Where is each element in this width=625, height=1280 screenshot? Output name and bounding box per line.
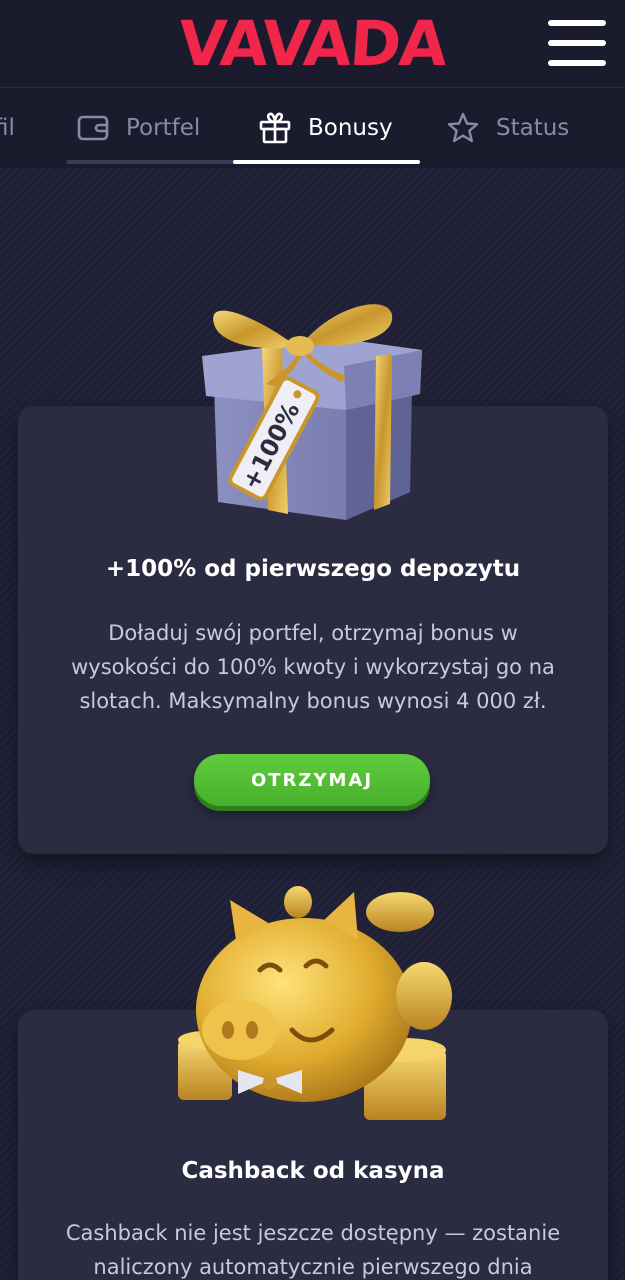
tab-status[interactable]: Status xyxy=(446,108,569,148)
card-text-line: slotach. Maksymalny bonus wynosi 4 000 z… xyxy=(79,689,547,713)
gift-icon xyxy=(259,112,291,144)
app-header: VAVADA xyxy=(0,0,625,88)
tab-label: Status xyxy=(496,115,570,141)
card-text-line: wysokości do 100% kwoty i wykorzystaj go… xyxy=(71,655,555,679)
tab-portfel[interactable]: Portfel xyxy=(76,108,200,148)
card-title: +100% od pierwszego depozytu xyxy=(105,556,521,582)
tab-label: Bonusy xyxy=(308,115,393,141)
tab-bonusy[interactable]: Bonusy xyxy=(258,108,393,148)
card-text-line: Cashback nie jest jeszcze dostępny — zos… xyxy=(65,1221,561,1245)
card-text-line: naliczony automatycznie pierwszego dnia xyxy=(93,1255,533,1279)
wallet-icon xyxy=(77,115,109,141)
tab-profil[interactable]: fil xyxy=(0,108,15,148)
golden-piggy-bank-illustration xyxy=(178,886,452,1120)
tab-label: fil xyxy=(0,115,15,141)
gift-box-illustration: +100% xyxy=(202,304,422,520)
card-text-line: Doładuj swój portfel, otrzymaj bonus w xyxy=(108,621,518,645)
card-description: Doładuj swój portfel, otrzymaj bonus w w… xyxy=(48,616,578,718)
tab-label: Portfel xyxy=(126,115,201,141)
active-tab-indicator xyxy=(233,160,420,164)
otrzymaj-button[interactable]: OTRZYMAJ xyxy=(194,754,430,806)
profile-tabs: fil Portfel Bonusy Status xyxy=(0,88,625,168)
card-title: Cashback od kasyna xyxy=(181,1158,445,1184)
card-description: Cashback nie jest jeszcze dostępny — zos… xyxy=(48,1216,578,1280)
vavada-logo[interactable]: VAVADA xyxy=(136,7,488,80)
hamburger-menu-icon[interactable] xyxy=(548,20,606,66)
star-icon xyxy=(447,112,479,143)
